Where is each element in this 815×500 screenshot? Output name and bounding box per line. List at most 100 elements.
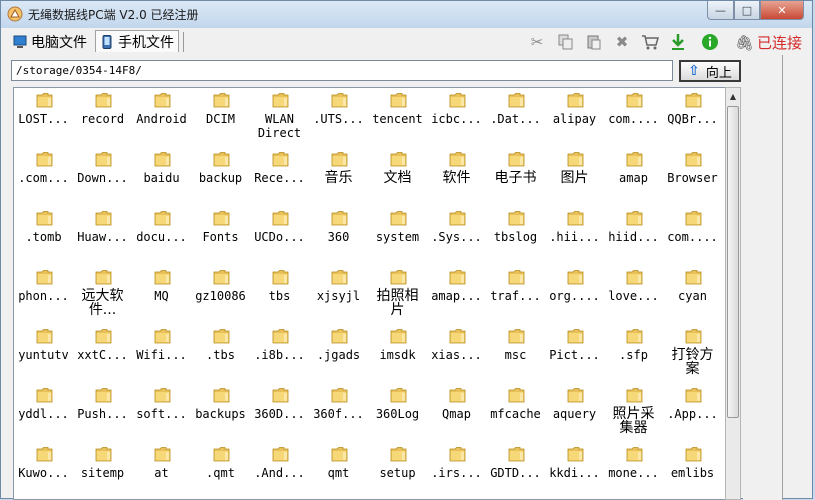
folder-item[interactable]: hiid... <box>604 206 663 265</box>
folder-item[interactable]: setup <box>368 442 427 499</box>
folder-item[interactable]: backup <box>191 147 250 206</box>
folder-item[interactable]: 360f... <box>309 383 368 442</box>
up-button[interactable]: ⇧ 向上 <box>679 60 741 82</box>
folder-item[interactable]: mone... <box>604 442 663 499</box>
folder-item[interactable]: sitemp <box>73 442 132 499</box>
folder-item[interactable]: Browser <box>663 147 722 206</box>
folder-item[interactable]: 拍照相 片 <box>368 265 427 324</box>
folder-item[interactable]: baidu <box>132 147 191 206</box>
folder-item[interactable]: record <box>73 88 132 147</box>
folder-item[interactable]: org.... <box>545 265 604 324</box>
folder-item[interactable]: amap <box>604 147 663 206</box>
folder-item[interactable]: 远大软 件... <box>73 265 132 324</box>
folder-item[interactable]: 音乐 <box>309 147 368 206</box>
tab-phone-files[interactable]: 手机文件 <box>95 30 179 52</box>
folder-item[interactable]: 360D... <box>250 383 309 442</box>
folder-item[interactable]: emlibs <box>663 442 722 499</box>
folder-item[interactable]: com.... <box>663 206 722 265</box>
cut-icon[interactable]: ✂ <box>528 33 546 51</box>
paste-icon[interactable] <box>585 33 603 51</box>
folder-item[interactable]: .i8b... <box>250 324 309 383</box>
folder-item[interactable]: Push... <box>73 383 132 442</box>
folder-item[interactable]: .UTS... <box>309 88 368 147</box>
folder-item[interactable]: Wifi... <box>132 324 191 383</box>
close-button[interactable]: ✕ <box>760 1 804 20</box>
folder-item[interactable]: icbc... <box>427 88 486 147</box>
file-list[interactable]: LOST... record Android DCIM WLAN Direct .UTS.… <box>13 87 727 500</box>
folder-item[interactable]: com.... <box>604 88 663 147</box>
folder-item[interactable]: yddl... <box>14 383 73 442</box>
folder-item[interactable]: imsdk <box>368 324 427 383</box>
folder-item[interactable]: traf... <box>486 265 545 324</box>
folder-item[interactable]: qmt <box>309 442 368 499</box>
path-input[interactable] <box>11 60 673 81</box>
folder-item[interactable]: tbslog <box>486 206 545 265</box>
tab-pc-files[interactable]: 电脑文件 <box>9 31 91 53</box>
copy-icon[interactable] <box>557 33 575 51</box>
folder-item[interactable]: tencent <box>368 88 427 147</box>
folder-item[interactable]: WLAN Direct <box>250 88 309 147</box>
folder-item[interactable]: .irs... <box>427 442 486 499</box>
folder-item[interactable]: .And... <box>250 442 309 499</box>
folder-item[interactable]: xxtC... <box>73 324 132 383</box>
folder-item[interactable]: .hii... <box>545 206 604 265</box>
scroll-thumb[interactable] <box>727 106 739 418</box>
folder-item[interactable]: yuntutv <box>14 324 73 383</box>
folder-item[interactable]: soft... <box>132 383 191 442</box>
folder-item[interactable]: msc <box>486 324 545 383</box>
folder-item[interactable]: Qmap <box>427 383 486 442</box>
minimize-button[interactable]: — <box>707 1 734 20</box>
folder-item[interactable]: GDTD... <box>486 442 545 499</box>
folder-item[interactable]: love... <box>604 265 663 324</box>
folder-item[interactable]: gz10086 <box>191 265 250 324</box>
folder-item[interactable]: alipay <box>545 88 604 147</box>
folder-item[interactable]: Huaw... <box>73 206 132 265</box>
maximize-button[interactable]: □ <box>734 1 760 20</box>
folder-item[interactable]: .com... <box>14 147 73 206</box>
delete-icon[interactable]: ✖ <box>613 33 631 51</box>
folder-item[interactable]: phon... <box>14 265 73 324</box>
folder-item[interactable]: Rece... <box>250 147 309 206</box>
folder-item[interactable]: MQ <box>132 265 191 324</box>
folder-item[interactable]: .tbs <box>191 324 250 383</box>
folder-item[interactable]: 文档 <box>368 147 427 206</box>
folder-item[interactable]: amap... <box>427 265 486 324</box>
folder-item[interactable]: 软件 <box>427 147 486 206</box>
folder-item[interactable]: Pict... <box>545 324 604 383</box>
folder-item[interactable]: 照片采 集器 <box>604 383 663 442</box>
download-icon[interactable] <box>669 33 687 51</box>
folder-item[interactable]: tbs <box>250 265 309 324</box>
folder-item[interactable]: Android <box>132 88 191 147</box>
folder-item[interactable]: .sfp <box>604 324 663 383</box>
folder-item[interactable]: aquery <box>545 383 604 442</box>
folder-item[interactable]: UCDo... <box>250 206 309 265</box>
folder-item[interactable]: Down... <box>73 147 132 206</box>
folder-item[interactable]: 360Log <box>368 383 427 442</box>
folder-item[interactable]: 打铃方 案 <box>663 324 722 383</box>
folder-item[interactable]: cyan <box>663 265 722 324</box>
folder-item[interactable]: Kuwo... <box>14 442 73 499</box>
folder-item[interactable]: .qmt <box>191 442 250 499</box>
cart-icon[interactable] <box>641 33 659 51</box>
folder-item[interactable]: LOST... <box>14 88 73 147</box>
info-icon[interactable] <box>701 33 719 51</box>
folder-item[interactable]: kkdi... <box>545 442 604 499</box>
folder-item[interactable]: .tomb <box>14 206 73 265</box>
folder-item[interactable]: xias... <box>427 324 486 383</box>
folder-item[interactable]: 360 <box>309 206 368 265</box>
folder-item[interactable]: 电子书 <box>486 147 545 206</box>
folder-item[interactable]: 图片 <box>545 147 604 206</box>
folder-item[interactable]: .App... <box>663 383 722 442</box>
folder-item[interactable]: Fonts <box>191 206 250 265</box>
folder-item[interactable]: system <box>368 206 427 265</box>
folder-item[interactable]: backups <box>191 383 250 442</box>
scroll-up-arrow-icon[interactable]: ▲ <box>726 88 740 104</box>
title-bar[interactable]: 无绳数据线PC端 V2.0 已经注册 — □ ✕ <box>1 1 812 29</box>
folder-item[interactable]: .Sys... <box>427 206 486 265</box>
vertical-scrollbar[interactable]: ▲ <box>725 87 741 500</box>
folder-item[interactable]: mfcache <box>486 383 545 442</box>
folder-item[interactable]: xjsyjl <box>309 265 368 324</box>
folder-item[interactable]: .jgads <box>309 324 368 383</box>
folder-item[interactable]: QQBr... <box>663 88 722 147</box>
folder-item[interactable]: at <box>132 442 191 499</box>
